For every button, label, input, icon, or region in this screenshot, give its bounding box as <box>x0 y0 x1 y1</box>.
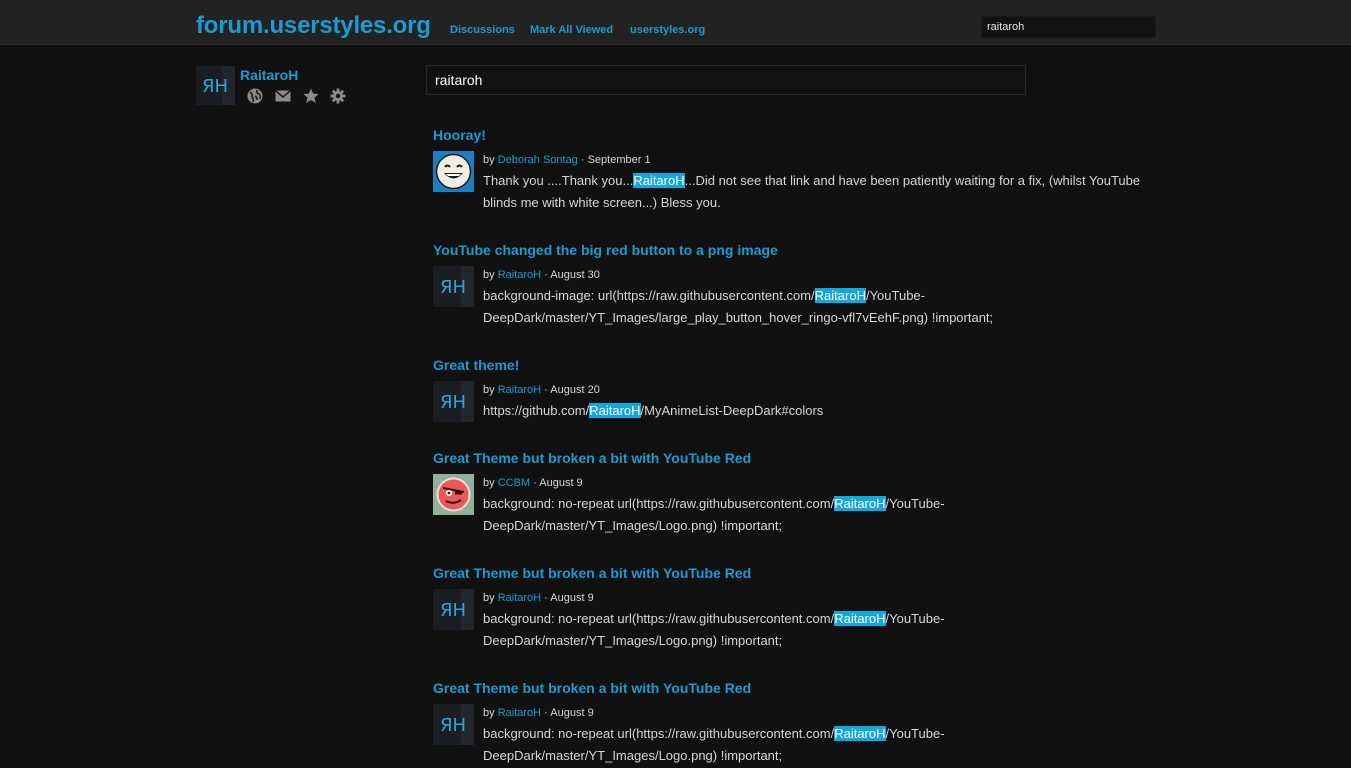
result-title-link[interactable]: YouTube changed the big red button to a … <box>433 241 1173 259</box>
search-input[interactable] <box>426 65 1026 95</box>
nav-userstyles[interactable]: userstyles.org <box>630 24 705 36</box>
search-result: YouTube changed the big red button to a … <box>433 241 1173 331</box>
site-logo-link[interactable]: forum.userstyles.org <box>196 12 431 40</box>
result-meta: by RaitaroH · August 30 <box>483 269 600 281</box>
author-link[interactable]: RaitaroH <box>498 707 541 719</box>
result-title-link[interactable]: Great Theme but broken a bit with YouTub… <box>433 564 1173 582</box>
nav-discussions[interactable]: Discussions <box>450 24 515 36</box>
result-snippet: background-image: url(https://raw.github… <box>483 285 1003 329</box>
search-highlight: RaitaroH <box>834 611 886 626</box>
meta-by: by <box>483 384 495 396</box>
search-result: Great Theme but broken a bit with YouTub… <box>433 679 1173 768</box>
search-highlight: RaitaroH <box>589 403 641 418</box>
avatar[interactable] <box>433 474 474 515</box>
snippet-text: background-image: url(https://raw.github… <box>483 288 815 303</box>
snippet-text: background: no-repeat url(https://raw.gi… <box>483 496 835 511</box>
search-result: Great Theme but broken a bit with YouTub… <box>433 449 1173 539</box>
snippet-text: background: no-repeat url(https://raw.gi… <box>483 726 835 741</box>
svg-text:ЯH: ЯH <box>440 600 466 621</box>
avatar[interactable]: ЯH <box>433 381 474 422</box>
result-title-link[interactable]: Great theme! <box>433 356 1173 374</box>
meta-date: · August 30 <box>544 269 600 281</box>
avatar[interactable]: ЯH <box>433 266 474 307</box>
gear-icon[interactable] <box>330 88 346 104</box>
author-link[interactable]: RaitaroH <box>498 592 541 604</box>
result-title-link[interactable]: Great Theme but broken a bit with YouTub… <box>433 679 1173 697</box>
result-snippet: https://github.com/RaitaroH/MyAnimeList-… <box>483 400 1173 422</box>
meta-by: by <box>483 592 495 604</box>
author-link[interactable]: Deborah Sontag <box>498 154 578 166</box>
globe-icon[interactable] <box>247 88 263 104</box>
avatar[interactable]: ЯH <box>196 66 235 105</box>
nav-mark-all-viewed[interactable]: Mark All Viewed <box>530 24 613 36</box>
svg-text:ЯH: ЯH <box>440 277 466 298</box>
result-meta: by Deborah Sontag · September 1 <box>483 154 651 166</box>
author-link[interactable]: RaitaroH <box>498 384 541 396</box>
search-highlight: RaitaroH <box>633 173 685 188</box>
result-meta: by RaitaroH · August 9 <box>483 707 594 719</box>
svg-text:ЯH: ЯH <box>440 715 466 736</box>
snippet-text: /MyAnimeList-DeepDark#colors <box>640 403 824 418</box>
result-snippet: background: no-repeat url(https://raw.gi… <box>483 723 958 767</box>
author-link[interactable]: RaitaroH <box>498 269 541 281</box>
header-search-input[interactable] <box>981 16 1156 38</box>
search-highlight: RaitaroH <box>814 288 866 303</box>
result-title-link[interactable]: Great Theme but broken a bit with YouTub… <box>433 449 1173 467</box>
avatar[interactable]: ЯH <box>433 589 474 630</box>
meta-date: · August 9 <box>533 477 583 489</box>
search-result: Great Theme but broken a bit with YouTub… <box>433 564 1173 654</box>
svg-text:ЯH: ЯH <box>202 76 228 97</box>
meta-by: by <box>483 154 495 166</box>
meta-date: · September 1 <box>580 154 651 166</box>
result-snippet: background: no-repeat url(https://raw.gi… <box>483 608 958 652</box>
avatar[interactable] <box>433 151 474 192</box>
snippet-text: background: no-repeat url(https://raw.gi… <box>483 611 835 626</box>
meta-by: by <box>483 477 495 489</box>
search-result: Hooray! by Deborah Sontag · September 1 … <box>433 126 1173 216</box>
search-highlight: RaitaroH <box>834 726 886 741</box>
envelope-icon[interactable] <box>275 88 291 104</box>
result-meta: by CCBM · August 9 <box>483 477 583 489</box>
snippet-text: https://github.com/ <box>483 403 590 418</box>
meta-by: by <box>483 269 495 281</box>
profile-name-link[interactable]: RaitaroH <box>240 67 298 83</box>
star-icon[interactable] <box>303 88 319 104</box>
avatar[interactable]: ЯH <box>433 704 474 745</box>
result-snippet: background: no-repeat url(https://raw.gi… <box>483 493 958 537</box>
meta-by: by <box>483 707 495 719</box>
svg-text:ЯH: ЯH <box>440 392 466 413</box>
top-bar: forum.userstyles.org Discussions Mark Al… <box>0 0 1351 45</box>
result-meta: by RaitaroH · August 20 <box>483 384 600 396</box>
meta-date: · August 9 <box>544 592 594 604</box>
snippet-text: Thank you ....Thank you... <box>483 173 634 188</box>
meta-date: · August 20 <box>544 384 600 396</box>
result-snippet: Thank you ....Thank you...RaitaroH...Did… <box>483 170 1173 214</box>
result-title-link[interactable]: Hooray! <box>433 126 1173 144</box>
search-highlight: RaitaroH <box>834 496 886 511</box>
search-result: Great theme! ЯH by RaitaroH · August 20 … <box>433 356 1173 426</box>
meta-date: · August 9 <box>544 707 594 719</box>
result-meta: by RaitaroH · August 9 <box>483 592 594 604</box>
author-link[interactable]: CCBM <box>498 477 530 489</box>
